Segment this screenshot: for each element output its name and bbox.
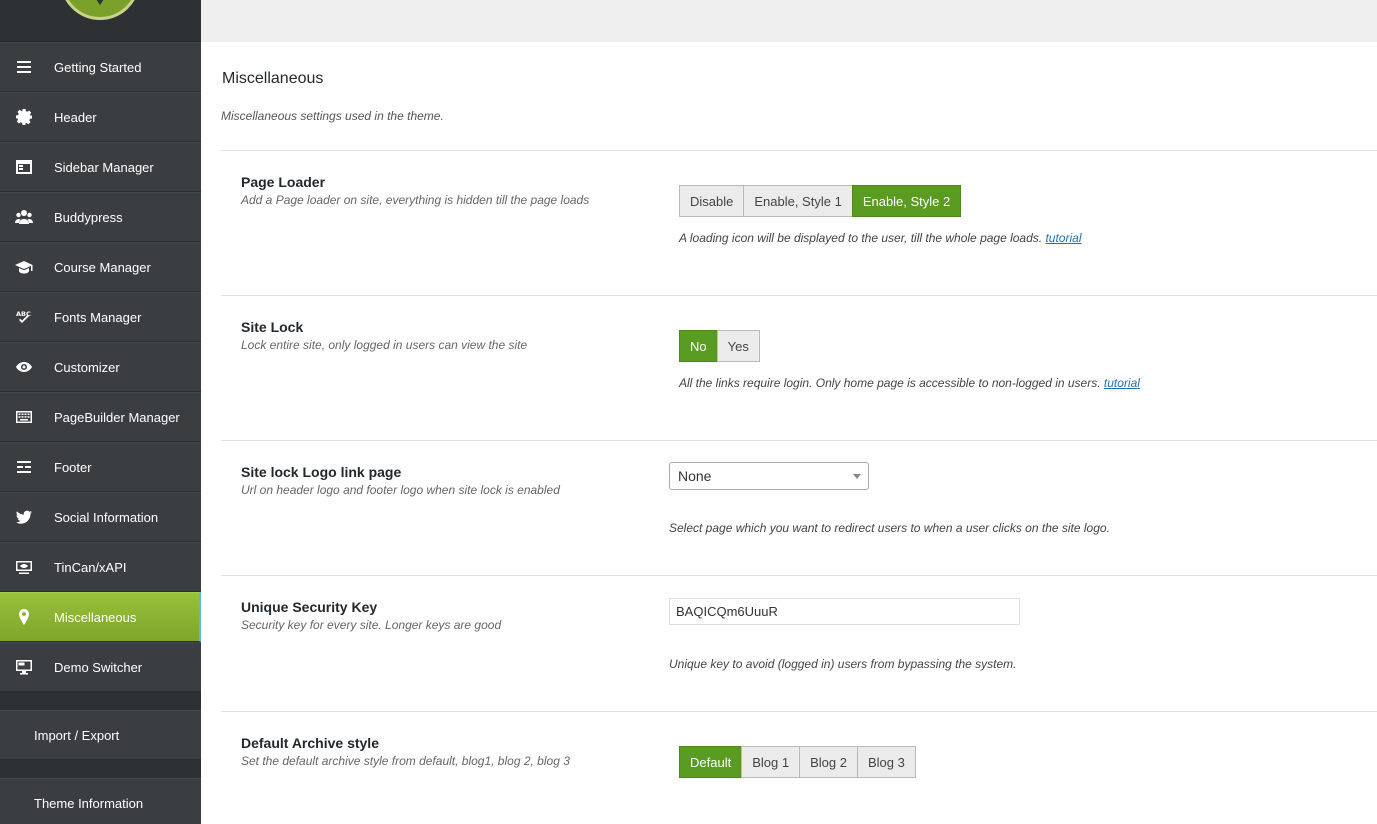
sidebar-item-sidebar-manager[interactable]: Sidebar Manager [0,142,201,192]
keyboard-icon [0,393,54,441]
sidebar-item-getting-started[interactable]: Getting Started [0,42,201,92]
sidebar-item-fonts-manager[interactable]: ABC Fonts Manager [0,292,201,342]
site-lock-logo-note: Select page which you want to redirect u… [669,521,1110,535]
page-loader-row: Page Loader Add a Page loader on site, e… [221,150,1377,295]
archive-default-button[interactable]: Default [679,746,743,778]
security-key-note: Unique key to avoid (logged in) users fr… [669,657,1017,671]
sidebar-item-label: Footer [54,459,92,475]
sidebar-item-pagebuilder-manager[interactable]: PageBuilder Manager [0,392,201,442]
site-lock-toggle: No Yes [679,330,760,362]
sidebar-item-label: Miscellaneous [54,609,137,625]
sidebar-header [0,0,201,42]
sidebar-icon [0,143,54,191]
sidebar-item-label: Customizer [54,359,120,375]
sidebar-item-footer[interactable]: Footer [0,442,201,492]
archive-blog1-button[interactable]: Blog 1 [741,746,801,778]
sidebar-item-label: Social Information [54,509,159,525]
site-lock-logo-select[interactable]: None [669,462,869,490]
archive-style-toggle: Default Blog 1 Blog 2 Blog 3 [679,746,916,778]
sidebar-item-label: Sidebar Manager [54,159,154,175]
sidebar-item-demo-switcher[interactable]: Demo Switcher [0,642,201,692]
site-lock-logo-label: Site lock Logo link page [241,464,402,480]
site-lock-description: Lock entire site, only logged in users c… [241,338,528,352]
monitor-icon [0,643,54,691]
spellcheck-icon: ABC [0,293,54,341]
gear-icon [0,93,54,141]
svg-text:ABC: ABC [16,310,31,318]
security-key-input[interactable] [669,598,1020,625]
eye-icon [0,343,54,391]
security-key-label: Unique Security Key [241,599,378,615]
theme-information-link[interactable]: Theme Information [0,778,201,824]
theme-logo [60,0,140,20]
twitter-icon [0,493,54,541]
site-lock-note: All the links require login. Only home p… [679,376,1140,390]
archive-style-label: Default Archive style [241,735,379,751]
menu-icon [0,43,54,91]
screen-eye-icon [0,543,54,591]
main-content: Miscellaneous Miscellaneous settings use… [201,0,1377,824]
archive-style-description: Set the default archive style from defau… [241,754,570,768]
sidebar-item-label: Fonts Manager [54,309,142,325]
sidebar-item-label: Buddypress [54,209,123,225]
page-loader-note: A loading icon will be displayed to the … [679,231,1082,245]
site-lock-row: Site Lock Lock entire site, only logged … [221,295,1377,440]
page-loader-description: Add a Page loader on site, everything is… [241,193,590,207]
sidebar-item-miscellaneous[interactable]: Miscellaneous [0,592,201,642]
graduation-cap-icon [0,243,54,291]
footer-icon [0,443,54,491]
archive-blog3-button[interactable]: Blog 3 [856,746,916,778]
chevron-down-icon [853,474,861,479]
page-loader-tutorial-link[interactable]: tutorial [1045,231,1081,245]
sidebar-divider [0,692,201,710]
page-description: Miscellaneous settings used in the theme… [221,109,444,123]
site-lock-label: Site Lock [241,319,304,335]
site-lock-note-text: All the links require login. Only home p… [679,376,1101,390]
site-lock-logo-select-value: None [678,468,712,484]
page-loader-label: Page Loader [241,174,326,190]
sidebar-item-label: PageBuilder Manager [54,409,180,425]
archive-style-row: Default Archive style Set the default ar… [221,711,1377,824]
sidebar-divider [0,760,201,778]
security-key-row: Unique Security Key Security key for eve… [221,575,1377,711]
page-loader-note-text: A loading icon will be displayed to the … [679,231,1043,245]
site-lock-no-button[interactable]: No [679,330,718,362]
sidebar: Getting Started Header Sidebar Manager B… [0,0,201,824]
page-loader-disable-button[interactable]: Disable [679,185,745,217]
sidebar-item-header[interactable]: Header [0,92,201,142]
sidebar-item-label: TinCan/xAPI [54,559,127,575]
security-key-description: Security key for every site. Longer keys… [241,618,502,632]
sidebar-item-label: Getting Started [54,59,142,75]
sidebar-item-label: Course Manager [54,259,151,275]
sidebar-item-customizer[interactable]: Customizer [0,342,201,392]
sidebar-item-buddypress[interactable]: Buddypress [0,192,201,242]
site-lock-yes-button[interactable]: Yes [716,330,760,362]
sidebar-item-course-manager[interactable]: Course Manager [0,242,201,292]
map-pin-icon [0,593,54,641]
import-export-link[interactable]: Import / Export [0,710,201,760]
sidebar-item-label: Header [54,109,97,125]
page-title: Miscellaneous [222,70,324,87]
top-bar [201,0,1377,42]
archive-blog2-button[interactable]: Blog 2 [799,746,858,778]
page-loader-style1-button[interactable]: Enable, Style 1 [743,185,853,217]
sidebar-nav: Getting Started Header Sidebar Manager B… [0,42,201,692]
site-lock-logo-row: Site lock Logo link page Url on header l… [221,440,1377,575]
site-lock-logo-description: Url on header logo and footer logo when … [241,483,560,497]
group-icon [0,193,54,241]
sidebar-item-social-information[interactable]: Social Information [0,492,201,542]
page-loader-toggle: Disable Enable, Style 1 Enable, Style 2 [679,185,962,217]
page-loader-style2-button[interactable]: Enable, Style 2 [851,185,962,217]
site-lock-tutorial-link[interactable]: tutorial [1104,376,1140,390]
sidebar-item-label: Demo Switcher [54,659,143,675]
sidebar-item-tincan-xapi[interactable]: TinCan/xAPI [0,542,201,592]
